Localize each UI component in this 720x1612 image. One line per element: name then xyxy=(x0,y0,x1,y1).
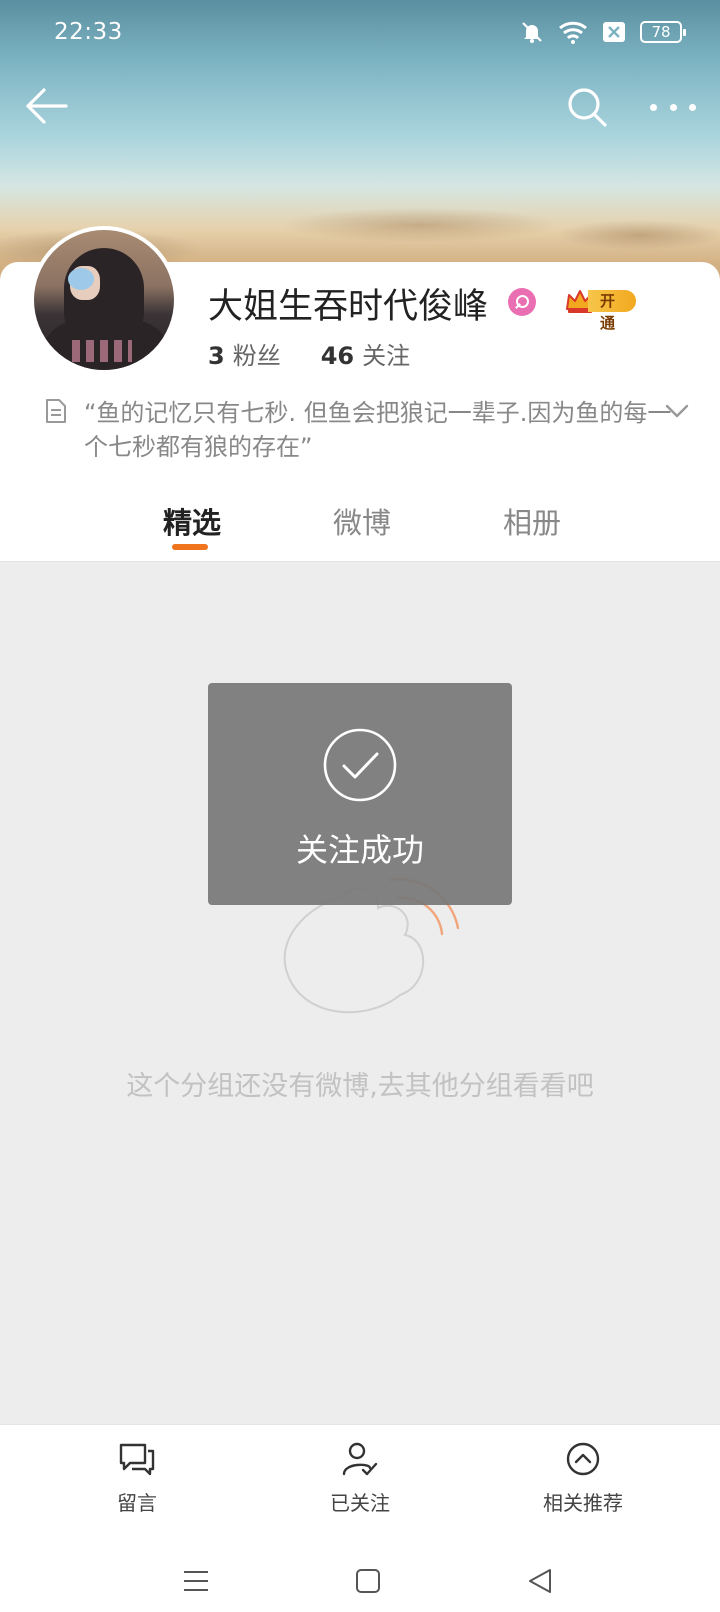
vip-open-label: 开通 xyxy=(588,290,636,332)
tab-featured[interactable]: 精选 xyxy=(163,500,221,542)
fans-stat[interactable]: 3 粉丝 xyxy=(208,336,281,371)
related-recommend-button[interactable]: 相关推荐 xyxy=(513,1441,653,1516)
user-check-icon xyxy=(342,1442,378,1476)
mute-bell-icon xyxy=(522,22,542,43)
comment-icon xyxy=(119,1443,155,1476)
status-time: 22:33 xyxy=(54,19,123,45)
tab-album[interactable]: 相册 xyxy=(503,500,561,542)
home-square-icon[interactable] xyxy=(354,1567,382,1595)
more-options-icon[interactable] xyxy=(650,100,696,114)
vip-open-button[interactable]: 开通 xyxy=(564,287,636,332)
followed-button[interactable]: 已关注 xyxy=(290,1441,430,1516)
tabs-divider xyxy=(0,561,720,562)
followed-label: 已关注 xyxy=(330,1491,390,1515)
profile-bio: “鱼的记忆只有七秒. 但鱼会把狼记一辈子.因为鱼的每一个七秒都有狼的存在” xyxy=(44,396,689,466)
bottom-action-bar: 留言 已关注 相关推荐 xyxy=(0,1424,720,1612)
related-recommend-label: 相关推荐 xyxy=(543,1491,623,1515)
status-icons: 78 xyxy=(520,20,686,44)
bio-text: “鱼的记忆只有七秒. 但鱼会把狼记一辈子.因为鱼的每一个七秒都有狼的存在” xyxy=(84,399,672,461)
success-toast: 关注成功 xyxy=(208,683,512,905)
document-icon xyxy=(46,399,66,423)
tab-active-indicator xyxy=(172,544,208,550)
follow-stat[interactable]: 46 关注 xyxy=(321,336,410,371)
wifi-icon xyxy=(559,21,587,44)
back-triangle-icon[interactable] xyxy=(526,1567,554,1595)
verified-badge-icon xyxy=(508,288,536,316)
status-bar: 22:33 78 xyxy=(0,0,720,66)
avatar[interactable] xyxy=(30,226,178,374)
back-arrow-icon[interactable] xyxy=(24,86,70,126)
search-icon[interactable] xyxy=(566,86,608,128)
tab-weibo[interactable]: 微博 xyxy=(333,500,391,542)
comment-label: 留言 xyxy=(117,1491,157,1515)
menu-icon[interactable] xyxy=(182,1567,210,1595)
system-navigation-bar xyxy=(0,1553,720,1612)
profile-tabs: 精选 微博 相册 xyxy=(0,490,720,562)
comment-button[interactable]: 留言 xyxy=(67,1441,207,1516)
battery-icon: 78 xyxy=(640,21,686,43)
profile-username: 大姐生吞时代俊峰 xyxy=(208,287,489,327)
toast-message: 关注成功 xyxy=(295,831,424,869)
check-circle-icon xyxy=(323,728,397,802)
chevron-up-circle-icon xyxy=(566,1442,600,1476)
sim-off-icon xyxy=(603,22,625,42)
chevron-down-icon[interactable] xyxy=(664,402,690,420)
profile-stats: 3 粉丝 46 关注 xyxy=(208,336,410,371)
empty-state-message: 这个分组还没有微博,去其他分组看看吧 xyxy=(126,1071,594,1102)
